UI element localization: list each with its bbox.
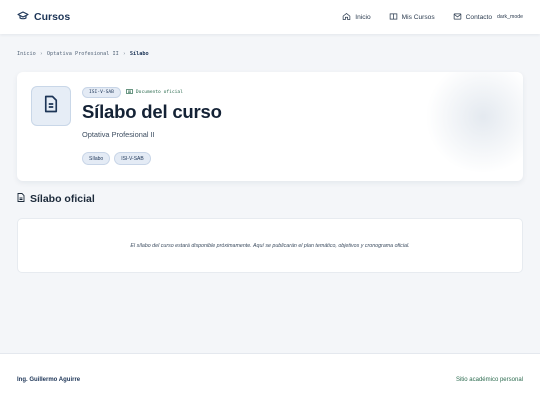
id-card-icon (126, 89, 133, 96)
document-icon-tile (31, 86, 71, 126)
book-icon (389, 12, 398, 23)
syllabus-notice-text: El sílabo del curso estará disponible pr… (130, 242, 410, 249)
breadcrumb: Inicio › Optativa Profesional II › Sílab… (17, 51, 149, 57)
page-title: Sílabo del curso (82, 101, 222, 122)
hero-tags: ISI-V-SAB Documento oficial (82, 87, 183, 98)
hero-chips: Sílabo ISI-V-SAB (82, 152, 151, 165)
nav-mis-cursos[interactable]: Mis Cursos (389, 12, 435, 23)
breadcrumb-current: Sílabo (129, 51, 149, 57)
syllabus-hero-card: ISI-V-SAB Documento oficial Sílabo del c… (17, 72, 523, 181)
course-code-pill: ISI-V-SAB (82, 87, 121, 98)
top-navbar: Cursos Inicio Mis Cursos Contacto dark_m… (0, 0, 540, 34)
nav-inicio-label: Inicio (355, 13, 371, 21)
course-subtitle: Optativa Profesional II (82, 130, 155, 139)
breadcrumb-inicio[interactable]: Inicio (17, 51, 36, 57)
mail-icon (453, 12, 462, 23)
section-title-label: Sílabo oficial (30, 193, 95, 205)
document-icon (43, 95, 59, 118)
chip-course-code: ISI-V-SAB (114, 152, 151, 165)
decorative-glow (423, 72, 523, 172)
main-nav: Inicio Mis Cursos Contacto dark_mode (342, 12, 523, 23)
footer-site-label: Sitio académico personal (455, 376, 523, 383)
home-icon (342, 12, 351, 23)
breadcrumb-course[interactable]: Optativa Profesional II (47, 51, 119, 57)
brand-name: Cursos (34, 11, 71, 23)
breadcrumb-separator: › (39, 51, 43, 57)
chip-silabo: Sílabo (82, 152, 111, 165)
breadcrumb-separator: › (122, 51, 126, 57)
official-document-badge: Documento oficial (126, 89, 183, 96)
nav-contacto-label: Contacto (465, 13, 493, 21)
section-title: Sílabo oficial (17, 193, 95, 205)
graduation-cap-icon (17, 10, 29, 25)
nav-mis-cursos-label: Mis Cursos (401, 13, 435, 21)
syllabus-notice-card: El sílabo del curso estará disponible pr… (17, 218, 523, 273)
nav-contacto[interactable]: Contacto (453, 12, 492, 23)
footer: Ing. Guillermo Aguirre Sitio académico p… (0, 353, 540, 405)
dark-mode-toggle[interactable]: dark_mode (497, 14, 523, 20)
nav-inicio[interactable]: Inicio (342, 12, 371, 23)
official-document-label: Documento oficial (135, 90, 183, 95)
brand-logo[interactable]: Cursos (17, 10, 70, 25)
footer-author: Ing. Guillermo Aguirre (17, 376, 81, 383)
file-icon (17, 193, 25, 205)
